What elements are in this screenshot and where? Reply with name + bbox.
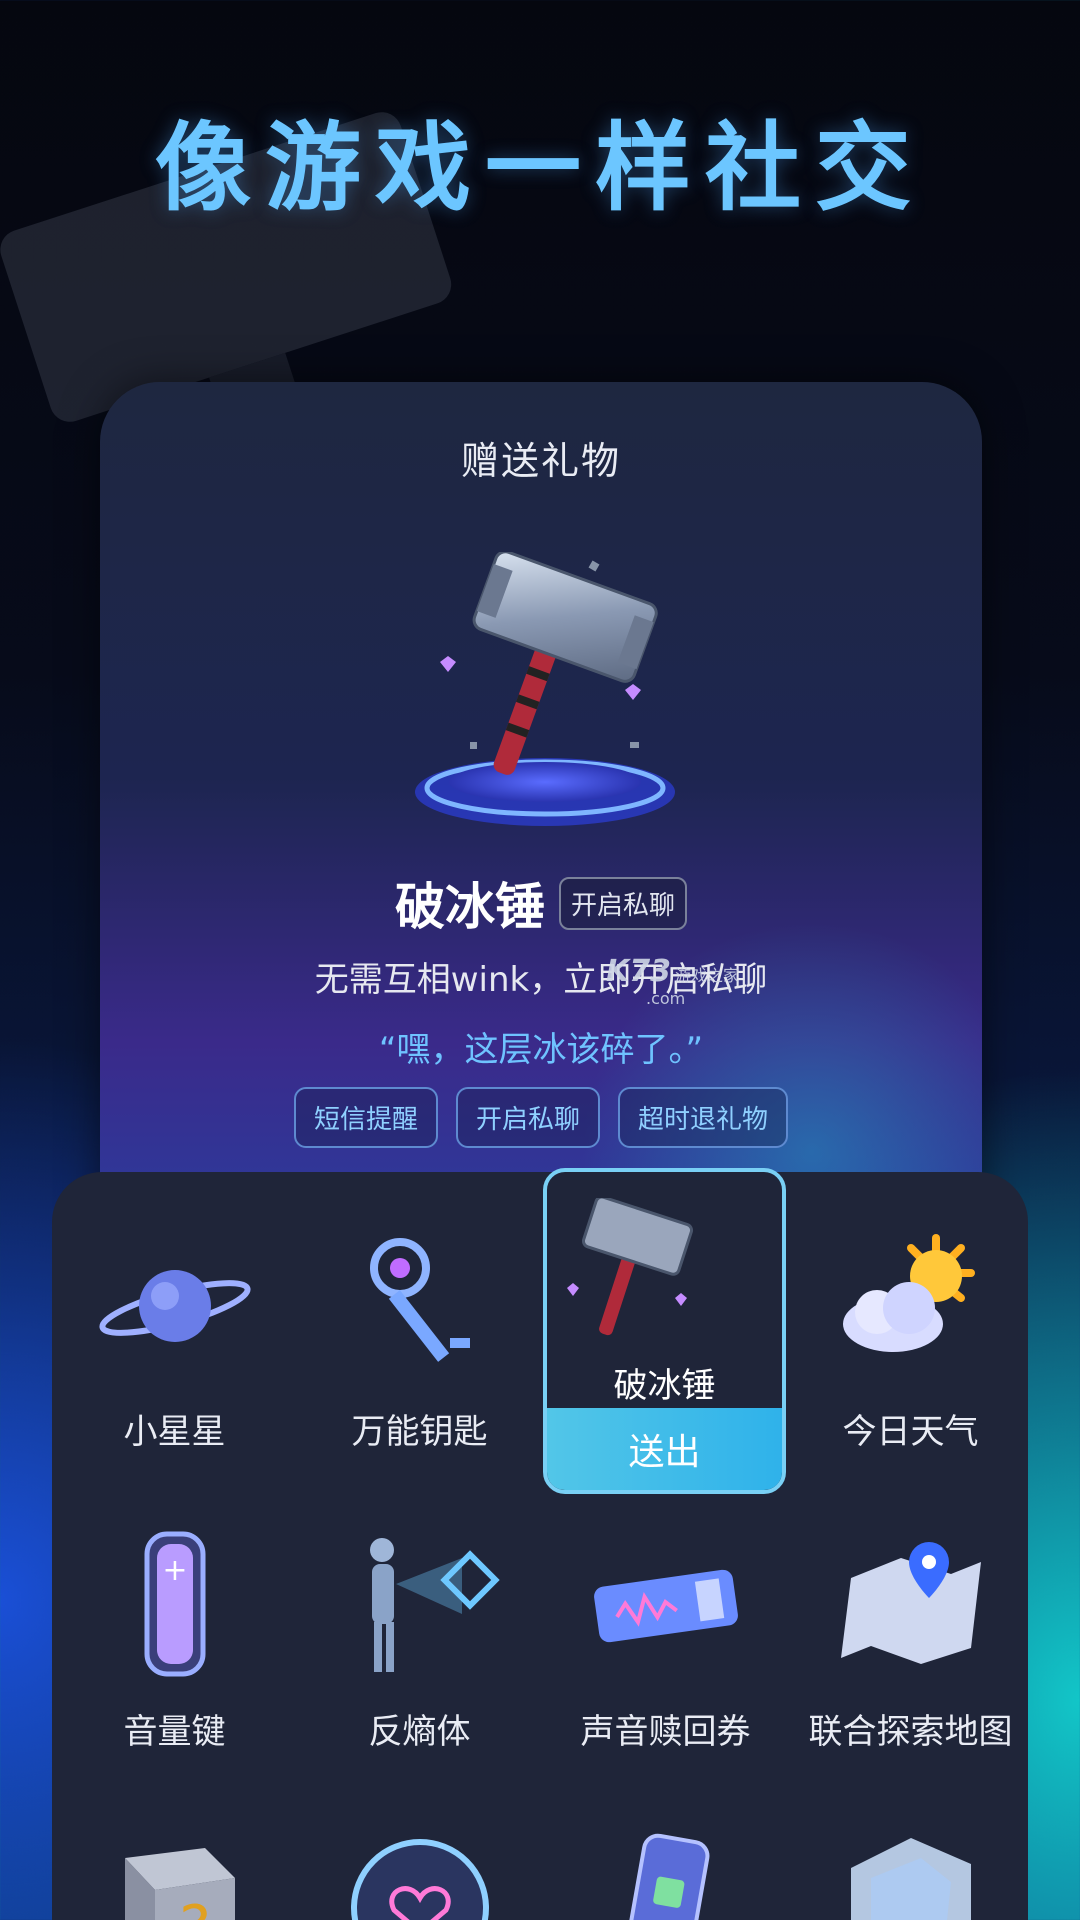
feature-chips: 短信提醒 开启私聊 超时退礼物 bbox=[100, 1087, 982, 1148]
ice-block-icon bbox=[850, 1838, 971, 1920]
gift-item-gauge[interactable] bbox=[297, 1828, 542, 1920]
selected-gift-card[interactable]: 破冰锤 送出 bbox=[543, 1168, 786, 1494]
gift-item-star[interactable]: 小星星 bbox=[52, 1228, 297, 1453]
gift-name-row: 破冰锤 开启私聊 bbox=[100, 867, 982, 939]
gift-item-volume[interactable]: + 音量键 bbox=[52, 1528, 297, 1753]
gift-description: 无需互相wink，立即开启私聊 bbox=[314, 960, 768, 1000]
sun-cloud-icon bbox=[842, 1234, 975, 1352]
gift-label: 声音赎回券 bbox=[580, 1712, 751, 1752]
watermark-brand: K73 bbox=[606, 954, 671, 989]
gift-label: 联合探索地图 bbox=[808, 1712, 1013, 1752]
selected-gift-label: 破冰锤 bbox=[613, 1366, 716, 1406]
hologram-figure-icon bbox=[369, 1538, 500, 1672]
map-pin-icon bbox=[840, 1542, 981, 1664]
chip-open-chat[interactable]: 开启私聊 bbox=[455, 1087, 600, 1148]
hammer-icon bbox=[567, 1195, 694, 1336]
gift-label: 反熵体 bbox=[368, 1712, 471, 1752]
gift-label: 小星星 bbox=[123, 1412, 226, 1452]
mystery-cube-icon: ? bbox=[124, 1848, 235, 1920]
voice-ticket-icon bbox=[593, 1569, 738, 1643]
gift-label: 万能钥匙 bbox=[351, 1412, 488, 1452]
volume-key-icon: + bbox=[144, 1531, 205, 1677]
watermark-sub: .com bbox=[646, 989, 686, 1008]
gift-item-ice[interactable] bbox=[788, 1828, 1033, 1920]
chip-refund[interactable]: 超时退礼物 bbox=[618, 1087, 789, 1148]
gift-tag-badge: 开启私聊 bbox=[558, 876, 687, 930]
page-headline: 像游戏一样社交 bbox=[155, 112, 925, 224]
phone-card-icon bbox=[620, 1833, 709, 1920]
gift-item-phone[interactable] bbox=[543, 1828, 788, 1920]
card-title: 赠送礼物 bbox=[460, 439, 621, 483]
hammer-icon bbox=[415, 552, 675, 826]
planet-icon bbox=[98, 1270, 251, 1342]
gift-preview-card: 赠送礼物 破冰锤 开启私聊 无需互相wink，立即开启私聊 “嘿，这层冰该碎了。… bbox=[100, 382, 982, 1262]
key-icon bbox=[369, 1238, 470, 1362]
gift-item-cube[interactable]: ? bbox=[52, 1828, 297, 1920]
gift-item-weather[interactable]: 今日天气 bbox=[788, 1228, 1033, 1453]
heart-gauge-icon bbox=[350, 1839, 489, 1920]
svg-text:+: + bbox=[162, 1553, 187, 1588]
gift-item-antientropy[interactable]: 反熵体 bbox=[297, 1528, 542, 1753]
send-button[interactable]: 送出 bbox=[547, 1408, 782, 1490]
gift-item-voice-ticket[interactable]: 声音赎回券 bbox=[543, 1528, 788, 1753]
watermark-text: 游戏之家 bbox=[675, 966, 740, 985]
chip-sms-reminder[interactable]: 短信提醒 bbox=[293, 1087, 438, 1148]
watermark: K73 游戏之家 .com bbox=[606, 954, 739, 1008]
gift-label: 今日天气 bbox=[842, 1412, 979, 1452]
gift-name: 破冰锤 bbox=[394, 878, 545, 936]
gift-label: 音量键 bbox=[123, 1712, 226, 1752]
gift-quote: “嘿，这层冰该碎了。” bbox=[378, 1030, 704, 1070]
gift-item-key[interactable]: 万能钥匙 bbox=[297, 1228, 542, 1453]
gift-item-map[interactable]: 联合探索地图 bbox=[788, 1528, 1033, 1753]
svg-text:?: ? bbox=[179, 1893, 211, 1920]
